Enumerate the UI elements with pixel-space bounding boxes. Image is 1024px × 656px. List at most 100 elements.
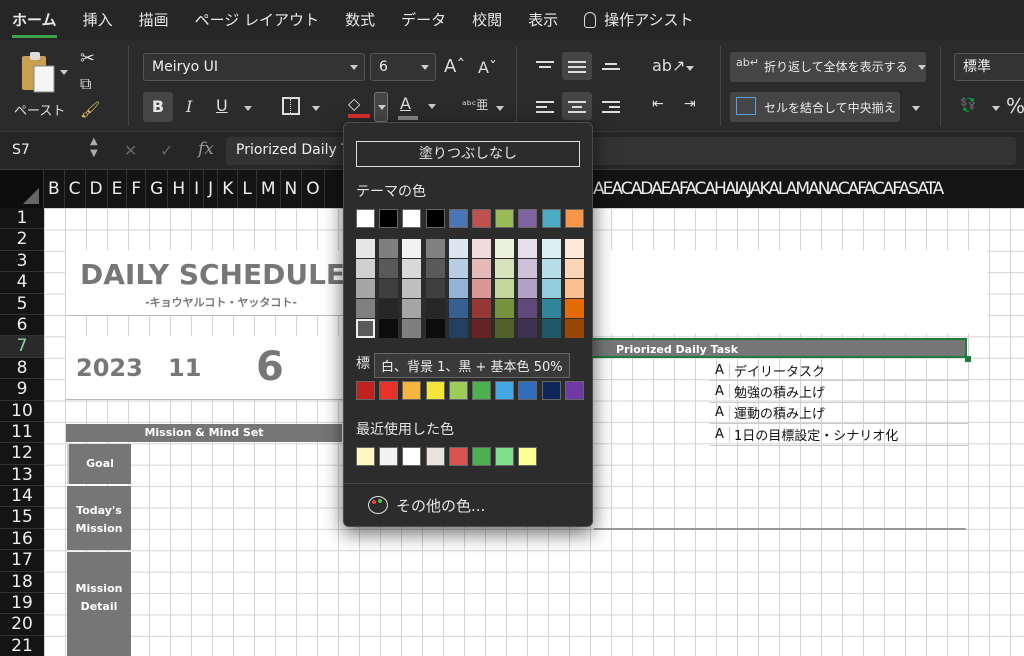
- theme-shade-swatch[interactable]: [356, 259, 375, 278]
- theme-shade-swatch[interactable]: [448, 259, 468, 278]
- theme-shade-swatch[interactable]: [356, 299, 375, 318]
- row-header[interactable]: 12: [0, 443, 44, 465]
- task-row[interactable]: A デイリータスク: [710, 360, 968, 382]
- enter-icon[interactable]: ✓: [160, 141, 173, 160]
- paste-button[interactable]: ペースト: [14, 50, 70, 120]
- column-header[interactable]: D: [86, 170, 108, 208]
- row-header[interactable]: 18: [0, 572, 44, 594]
- theme-shade-swatch[interactable]: [541, 259, 561, 278]
- select-all-button[interactable]: [0, 170, 44, 208]
- theme-shade-swatch[interactable]: [425, 299, 445, 318]
- theme-shade-swatch[interactable]: [541, 319, 561, 338]
- row-header[interactable]: 11: [0, 422, 44, 444]
- row-header[interactable]: 7: [0, 336, 44, 358]
- standard-color-swatch[interactable]: [495, 381, 515, 400]
- border-dropdown-icon[interactable]: [312, 106, 320, 111]
- theme-shade-swatch[interactable]: [356, 239, 375, 258]
- theme-shade-swatch[interactable]: [518, 239, 538, 258]
- theme-shade-swatch[interactable]: [495, 299, 515, 318]
- theme-shade-swatch[interactable]: [541, 239, 561, 258]
- row-header[interactable]: 20: [0, 614, 44, 636]
- theme-shade-swatch[interactable]: [541, 279, 561, 298]
- column-header[interactable]: G: [146, 170, 169, 208]
- row-header[interactable]: 21: [0, 636, 44, 656]
- recent-color-swatch[interactable]: [402, 447, 422, 466]
- recent-color-swatch[interactable]: [518, 447, 538, 466]
- theme-shade-swatch[interactable]: [379, 299, 399, 318]
- standard-color-swatch[interactable]: [518, 381, 538, 400]
- orientation-dropdown-icon[interactable]: [686, 66, 694, 71]
- standard-color-swatch[interactable]: [472, 381, 491, 400]
- name-box-stepper-icon[interactable]: ▲ ▼: [90, 136, 98, 160]
- recent-color-swatch[interactable]: [495, 447, 515, 466]
- increase-font-icon[interactable]: Aˆ: [444, 56, 465, 77]
- column-header[interactable]: I: [190, 170, 205, 208]
- theme-shade-swatch[interactable]: [356, 279, 375, 298]
- row-header[interactable]: 13: [0, 465, 44, 487]
- column-header[interactable]: E: [108, 170, 128, 208]
- tab-data[interactable]: データ: [401, 0, 446, 40]
- tab-draw[interactable]: 描画: [139, 0, 169, 40]
- standard-color-swatch[interactable]: [379, 381, 399, 400]
- theme-shade-swatch[interactable]: [564, 299, 584, 318]
- theme-shade-swatch[interactable]: [402, 259, 422, 278]
- row-header[interactable]: 9: [0, 379, 44, 401]
- orientation-icon[interactable]: ab↗: [652, 56, 685, 75]
- row-header[interactable]: 6: [0, 315, 44, 337]
- phonetic-dropdown-icon[interactable]: [496, 106, 504, 111]
- row-header[interactable]: 8: [0, 358, 44, 380]
- standard-color-swatch[interactable]: [564, 381, 584, 400]
- theme-color-swatch[interactable]: [564, 209, 584, 228]
- theme-color-swatch[interactable]: [402, 209, 422, 228]
- column-header[interactable]: M: [257, 170, 281, 208]
- font-name-select[interactable]: Meiryo UI: [143, 53, 365, 81]
- theme-shade-swatch[interactable]: [402, 279, 422, 298]
- standard-color-swatch[interactable]: [356, 381, 375, 400]
- underline-button[interactable]: U: [216, 96, 228, 115]
- theme-color-swatch[interactable]: [541, 209, 561, 228]
- theme-color-swatch[interactable]: [472, 209, 491, 228]
- increase-indent-icon[interactable]: ⇥: [684, 96, 696, 112]
- row-header[interactable]: 4: [0, 272, 44, 294]
- column-header[interactable]: F: [127, 170, 147, 208]
- recent-color-swatch[interactable]: [472, 447, 491, 466]
- row-header[interactable]: 5: [0, 294, 44, 315]
- name-box[interactable]: S7: [12, 142, 30, 158]
- theme-shade-swatch[interactable]: [379, 279, 399, 298]
- recent-color-swatch[interactable]: [448, 447, 468, 466]
- theme-shade-swatch[interactable]: [425, 259, 445, 278]
- row-header[interactable]: 17: [0, 550, 44, 572]
- theme-shade-swatch[interactable]: [495, 319, 515, 338]
- tab-view[interactable]: 表示: [528, 0, 558, 40]
- align-top-icon[interactable]: [536, 58, 554, 71]
- border-button[interactable]: [282, 97, 300, 115]
- number-format-select[interactable]: 標準: [954, 53, 1024, 81]
- theme-shade-swatch[interactable]: [425, 279, 445, 298]
- standard-color-swatch[interactable]: [541, 381, 561, 400]
- row-header[interactable]: 2: [0, 229, 44, 251]
- theme-shade-swatch[interactable]: [472, 239, 491, 258]
- theme-color-swatch[interactable]: [356, 209, 375, 228]
- theme-shade-swatch[interactable]: [472, 259, 491, 278]
- column-header[interactable]: L: [238, 170, 257, 208]
- theme-shade-swatch[interactable]: [402, 239, 422, 258]
- column-header[interactable]: H: [168, 170, 191, 208]
- phonetic-icon[interactable]: ᵃᵇᶜ亜: [462, 96, 488, 113]
- paste-dropdown-icon[interactable]: [60, 70, 68, 75]
- task-row[interactable]: A 運動の積み上げ: [710, 403, 968, 425]
- theme-shade-swatch[interactable]: [564, 259, 584, 278]
- theme-color-swatch[interactable]: [379, 209, 399, 228]
- copy-icon[interactable]: ⧉: [80, 74, 91, 94]
- theme-shade-swatch[interactable]: [448, 239, 468, 258]
- recent-color-swatch[interactable]: [379, 447, 399, 466]
- theme-shade-swatch[interactable]: [518, 319, 538, 338]
- recent-color-swatch[interactable]: [356, 447, 375, 466]
- theme-shade-swatch[interactable]: [564, 279, 584, 298]
- underline-dropdown-icon[interactable]: [244, 106, 252, 111]
- row-header[interactable]: 16: [0, 529, 44, 551]
- theme-shade-swatch[interactable]: [472, 299, 491, 318]
- format-painter-icon[interactable]: 🖌: [80, 100, 100, 119]
- task-row[interactable]: A 1日の目標設定・シナリオ化: [710, 424, 968, 446]
- row-header[interactable]: 3: [0, 251, 44, 273]
- theme-shade-swatch[interactable]: [518, 299, 538, 318]
